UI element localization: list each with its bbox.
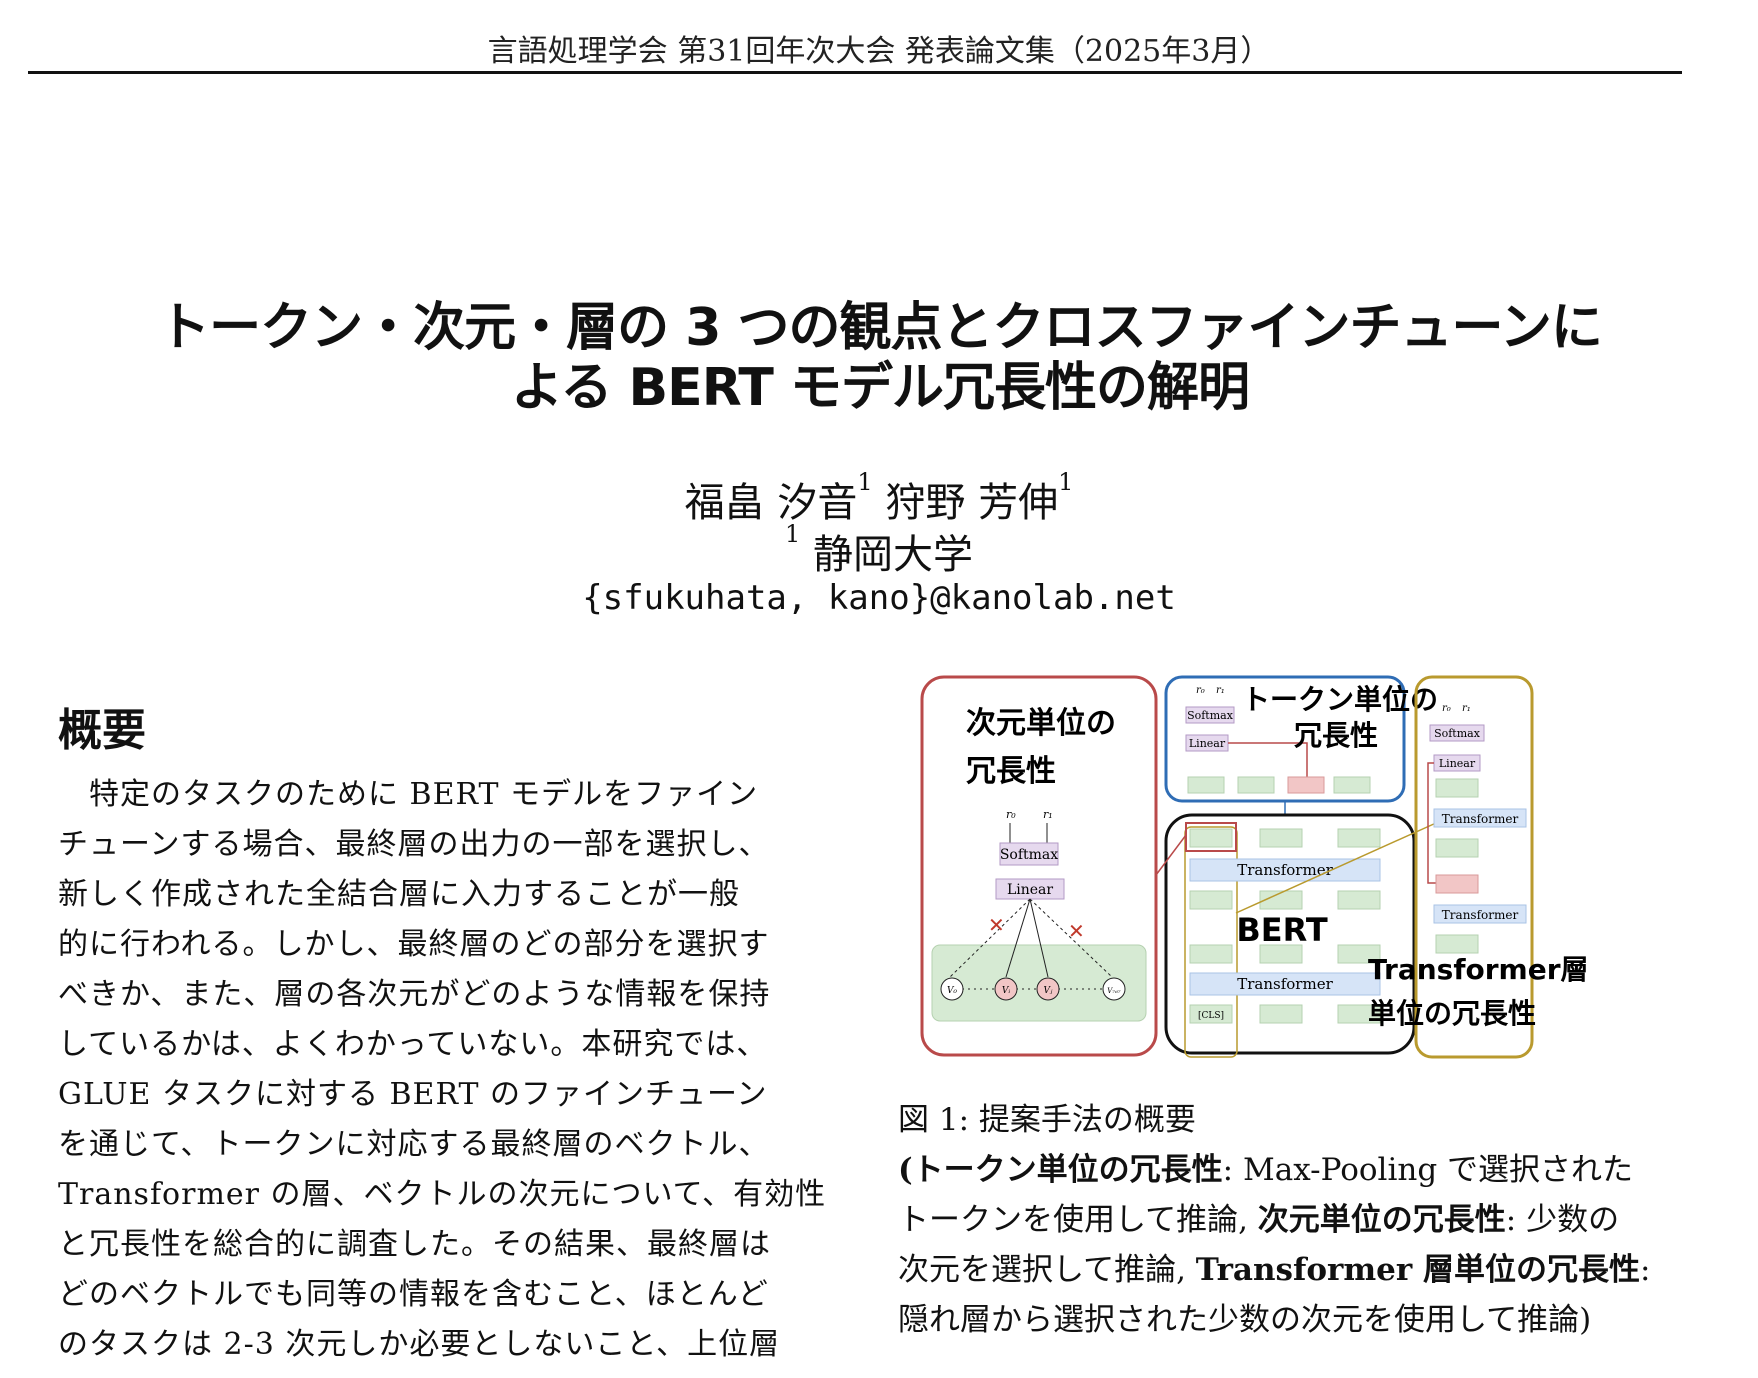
author-2-affil-mark: 1 [1058,468,1074,496]
abstract-line: と冗長性を総合的に調査した。その結果、最終層は [58,1227,771,1262]
output-r1-label: r₁ [1043,808,1053,821]
caption-label: 図 1: 提案手法の概要 [898,1102,1196,1138]
abstract-line: 特定のタスクのために BERT モデルをファイン [58,777,759,812]
title-line-1: トークン・次元・層の 3 つの観点とクロスファインチューンに [158,298,1603,358]
abstract-line: べきか、また、層の各次元がどのような情報を保持 [58,977,771,1012]
token-panel-title-1: トークン単位の [1242,683,1438,716]
method-overview-figure: 次元単位の 冗長性 r₀ r₁ Softmax Linear ✕ ✕ V₀ Vᵢ… [920,675,1589,1059]
author-list: 福畠 汐音1 狩野 芳伸1 [0,468,1758,528]
caption-text: : [1640,1252,1651,1288]
layer-panel-title-1: Transformer層 [1368,953,1589,986]
author-2: 狩野 芳伸 [885,480,1059,526]
header-rule [28,71,1682,74]
abstract-line: Transformer の層、ベクトルの次元について、有効性 [58,1177,827,1212]
affiliation: 1 静岡大学 [0,520,1758,580]
abstract-line: どのベクトルでも同等の情報を含むこと、ほとんど [58,1277,769,1312]
layer-transformer-upper-label: Transformer [1442,812,1519,826]
caption-layer-term: Transformer 層単位の冗長性 [1195,1252,1640,1288]
abstract-line: しているかは、よくわかっていない。本研究では、 [58,1027,768,1062]
dimension-panel-title-2: 冗長性 [966,754,1056,789]
bert-label: BERT [1236,911,1327,949]
cls-token-label: [CLS] [1198,1011,1224,1021]
caption-text: 次元を選択して推論, [898,1252,1196,1288]
caption-text: : Max-Pooling で選択された [1222,1152,1634,1188]
token-redundancy-panel: r₀ r₁ Softmax Linear トークン単位の 冗長性 [1164,675,1438,803]
layer-panel-title-2: 単位の冗長性 [1368,997,1536,1030]
abstract-line: GLUE タスクに対する BERT のファインチューン [58,1077,768,1112]
token-softmax-label: Softmax [1187,709,1234,722]
author-email: {sfukuhata, kano}@kanolab.net [582,578,1176,618]
caption-line-5: 隠れ層から選択された少数の次元を使用して推論) [898,1302,1592,1338]
token-panel-title-2: 冗長性 [1294,719,1378,752]
vector-v767-label: V₇₆₇ [1107,987,1121,995]
dimension-panel-title-1: 次元単位の [966,706,1116,741]
linear-label: Linear [1007,882,1053,898]
layer-r1-label: r₁ [1462,703,1471,714]
caption-line-4: 次元を選択して推論, Transformer 層単位の冗長性: [898,1245,1678,1295]
abstract-body: 特定のタスクのために BERT モデルをファイン チューンする場合、最終層の出力… [58,770,836,1370]
bert-transformer-lower-label: Transformer [1237,975,1333,993]
vector-vj-label: Vⱼ [1044,986,1053,996]
abstract-line: 的に行われる。しかし、最終層のどの部分を選択す [58,927,770,962]
token-r1-label: r₁ [1216,685,1225,696]
output-r0-label: r₀ [1006,808,1016,821]
vector-vi-label: Vᵢ [1002,986,1010,996]
abstract-line: を通じて、トークンに対応する最終層のベクトル、 [58,1127,770,1162]
abstract-line: 新しく作成された全結合層に入力することが一般 [58,877,740,912]
softmax-label: Softmax [1000,847,1058,863]
caption-text: トークンを使用して推論, [898,1202,1258,1238]
layer-transformer-lower-label: Transformer [1442,908,1519,922]
caption-text: : 少数の [1505,1202,1620,1238]
affiliation-mark: 1 [785,520,801,548]
caption-line-2: (トークン単位の冗長性: Max-Pooling で選択された [898,1145,1678,1195]
layer-linear-label: Linear [1439,757,1476,770]
author-1: 福畠 汐音 [684,480,858,526]
paper-title: トークン・次元・層の 3 つの観点とクロスファインチューンに よる BERT モ… [40,298,1720,418]
excluded-cross-icon: ✕ [1068,919,1085,943]
abstract-line: のタスクは 2-3 次元しか必要としないこと、上位層 [58,1327,781,1362]
caption-line-3: トークンを使用して推論, 次元単位の冗長性: 少数の [898,1195,1678,1245]
affiliation-name: 静岡大学 [813,532,973,578]
abstract-line: チューンする場合、最終層の出力の一部を選択し、 [58,827,770,862]
figure-caption: 図 1: 提案手法の概要 (トークン単位の冗長性: Max-Pooling で選… [898,1095,1678,1345]
dimension-redundancy-panel: 次元単位の 冗長性 r₀ r₁ Softmax Linear ✕ ✕ V₀ Vᵢ… [920,675,1158,1057]
layer-softmax-label: Softmax [1434,727,1481,740]
caption-dimension-term: 次元単位の冗長性 [1257,1202,1506,1238]
author-1-affil-mark: 1 [857,468,873,496]
token-linear-label: Linear [1189,737,1226,750]
layer-r0-label: r₀ [1442,703,1451,714]
proceedings-header: 言語処理学会 第31回年次大会 発表論文集（2025年3月） [487,34,1271,69]
excluded-cross-icon: ✕ [988,913,1005,937]
caption-token-term: (トークン単位の冗長性 [898,1152,1223,1188]
vector-v0-label: V₀ [947,986,957,996]
token-r0-label: r₀ [1196,685,1205,696]
abstract-heading: 概要 [58,705,146,756]
title-line-2: よる BERT モデル冗長性の解明 [511,358,1250,418]
